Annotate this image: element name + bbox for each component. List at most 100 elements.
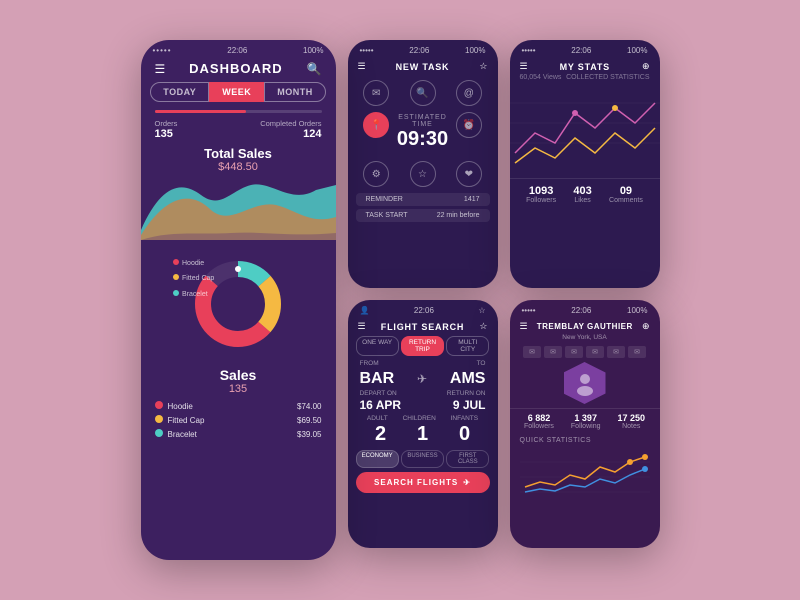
mail-icon-6: ✉ <box>628 346 646 358</box>
search-plane-icon: ✈ <box>463 478 471 487</box>
reminder-row: REMINDER 1417 <box>356 193 490 206</box>
comments-stat: 09 Comments <box>609 185 643 204</box>
infants-label: INFANTS <box>451 415 478 422</box>
search-circle-icon[interactable]: 🔍 <box>410 80 436 106</box>
tab-month[interactable]: MONTH <box>264 82 326 102</box>
infants-value: 0 <box>459 423 470 446</box>
comments-value: 09 <box>609 185 643 197</box>
mail-circle-icon[interactable]: ✉ <box>363 80 389 106</box>
following-stat-profile: 1 397 Following <box>571 413 601 430</box>
mail-icon-4: ✉ <box>586 346 604 358</box>
from-label: FROM <box>360 360 379 367</box>
adult-label: ADULT <box>367 415 388 422</box>
stats-views: 60,054 Views <box>520 74 562 81</box>
multi-city-tab[interactable]: MULTI CITY <box>446 336 489 356</box>
profile-settings-icon[interactable]: ⊕ <box>642 321 650 332</box>
task-title: NEW TASK <box>366 62 480 72</box>
settings-circle-icon[interactable]: ⚙ <box>363 161 389 187</box>
search-flights-button[interactable]: SEARCH FLIGHTS ✈ <box>356 472 490 493</box>
task-hamburger-icon[interactable]: ☰ <box>358 61 366 72</box>
legend-fitted-cap: Fitted Cap $69.50 <box>141 413 336 427</box>
total-sales-section: Total Sales $448.50 <box>141 142 336 175</box>
profile-notes-label: Notes <box>617 423 645 430</box>
quick-stats-label: QUICK STATISTICS <box>520 437 650 444</box>
time-tabs: TODAY WEEK MONTH <box>141 82 336 102</box>
dashboard-header: ☰ DASHBOARD 🔍 <box>141 57 336 82</box>
hamburger-icon[interactable]: ☰ <box>155 62 166 76</box>
search-flights-label: SEARCH FLIGHTS <box>374 478 458 487</box>
legend-hoodie: Hoodie $74.00 <box>141 399 336 413</box>
task-icons-grid: ✉ 🔍 @ 📍 ESTIMATED TIME 09:30 ⏰ ⚙ ☆ ❤ <box>348 76 498 191</box>
mail-icon-3: ✉ <box>565 346 583 358</box>
timer-display: ESTIMATED TIME 09:30 <box>397 112 448 155</box>
task-status-bar: ••••• 22:06 100% <box>348 40 498 57</box>
profile-header: ☰ TREMBLAY GAUTHIER ⊕ <box>510 317 660 334</box>
from-code: BAR <box>360 370 395 388</box>
legend: Hoodie $74.00 Fitted Cap $69.50 Bracelet… <box>141 399 336 441</box>
stats-battery: 100% <box>627 46 647 55</box>
stats-signal: ••••• <box>522 46 536 55</box>
total-sales-amount: $448.50 <box>141 161 336 173</box>
business-tab[interactable]: BUSINESS <box>401 450 444 468</box>
profile-mini-chart <box>520 447 650 497</box>
at-circle-icon[interactable]: @ <box>456 80 482 106</box>
heart-circle-icon[interactable]: ❤ <box>456 161 482 187</box>
completed-value: 124 <box>260 128 321 140</box>
profile-followers-value: 6 882 <box>524 413 554 423</box>
timer-center: ESTIMATED TIME 09:30 <box>397 112 448 155</box>
flight-header: ☰ FLIGHT SEARCH ☆ <box>348 317 498 336</box>
profile-hamburger-icon[interactable]: ☰ <box>520 321 528 332</box>
estimated-time-label: ESTIMATED TIME <box>397 114 448 128</box>
profile-phone: ••••• 22:06 100% ☰ TREMBLAY GAUTHIER ⊕ N… <box>510 300 660 548</box>
adult-value: 2 <box>375 423 386 446</box>
tab-today[interactable]: TODAY <box>150 82 209 102</box>
search-icon[interactable]: 🔍 <box>307 62 322 76</box>
orders-label: Orders <box>155 119 178 128</box>
task-time: 22:06 <box>409 46 429 55</box>
star2-circle-icon[interactable]: ☆ <box>410 161 436 187</box>
flight-title: FLIGHT SEARCH <box>366 322 480 332</box>
progress-bar-bg <box>155 110 322 113</box>
stats-add-icon[interactable]: ⊕ <box>642 61 650 72</box>
mail-icons-row: ✉ ✉ ✉ ✉ ✉ ✉ <box>510 344 660 360</box>
profile-following-label: Following <box>571 423 601 430</box>
progress-bar-fill <box>155 110 247 113</box>
profile-followers-label: Followers <box>524 423 554 430</box>
tab-week[interactable]: WEEK <box>209 82 264 102</box>
task-battery: 100% <box>465 46 485 55</box>
profile-battery: 100% <box>627 306 647 315</box>
one-way-tab[interactable]: ONE WAY <box>356 336 399 356</box>
sales-label: Sales <box>141 367 336 383</box>
flight-time: 22:06 <box>414 306 434 315</box>
depart-date: 16 APR <box>360 398 402 412</box>
return-trip-tab[interactable]: RETURN TRIP <box>401 336 444 356</box>
task-start-label: TASK START <box>366 212 408 219</box>
profile-signal: ••••• <box>522 306 536 315</box>
location-circle-icon[interactable]: 📍 <box>363 112 389 138</box>
followers-label: Followers <box>526 197 556 204</box>
stats-hamburger-icon[interactable]: ☰ <box>520 61 528 72</box>
children-label: CHILDREN <box>403 415 436 422</box>
profile-avatar-area <box>510 360 660 408</box>
profile-name: TREMBLAY GAUTHIER <box>528 322 642 331</box>
economy-tab[interactable]: ECONOMY <box>356 450 399 468</box>
first-class-tab[interactable]: FIRST CLASS <box>446 450 489 468</box>
flight-hamburger-icon[interactable]: ☰ <box>358 321 366 332</box>
task-star-icon[interactable]: ☆ <box>479 61 487 72</box>
likes-value: 403 <box>573 185 591 197</box>
trip-tabs: ONE WAY RETURN TRIP MULTI CITY <box>348 336 498 356</box>
fitted-cap-donut-label: Fitted Cap <box>173 271 214 286</box>
flight-star-icon[interactable]: ☆ <box>479 321 487 332</box>
hoodie-donut-label: Hoodie <box>173 256 214 271</box>
stats-numbers: 1093 Followers 403 Likes 09 Comments <box>510 178 660 208</box>
stats-sub: 60,054 Views COLLECTED STATISTICS <box>510 74 660 83</box>
top-row: ••••• 22:06 100% ☰ NEW TASK ☆ ✉ 🔍 @ 📍 <box>348 40 660 288</box>
followers-stat: 1093 Followers <box>526 185 556 204</box>
route-row: BAR ✈ AMS <box>348 368 498 390</box>
clock-circle-icon[interactable]: ⏰ <box>456 112 482 138</box>
stats-collected: COLLECTED STATISTICS <box>566 74 649 81</box>
reminder-label: REMINDER <box>366 196 403 203</box>
right-column: ••••• 22:06 100% ☰ NEW TASK ☆ ✉ 🔍 @ 📍 <box>348 40 660 548</box>
notes-stat-profile: 17 250 Notes <box>617 413 645 430</box>
mail-icon-5: ✉ <box>607 346 625 358</box>
